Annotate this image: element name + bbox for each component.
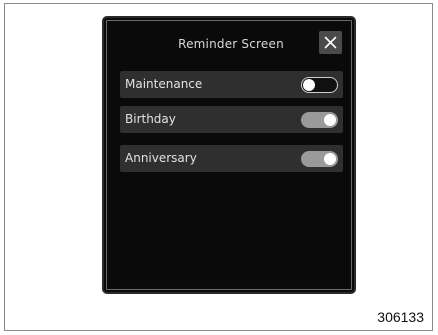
reminder-row-maintenance[interactable]: Maintenance — [120, 71, 343, 98]
reminder-row-birthday[interactable]: Birthday — [120, 106, 343, 133]
birthday-toggle[interactable] — [301, 112, 338, 128]
close-button[interactable] — [319, 31, 342, 54]
figure-number: 306133 — [377, 309, 424, 325]
reminder-label-anniversary: Anniversary — [125, 151, 197, 165]
toggle-knob — [303, 79, 315, 91]
page-frame: Reminder Screen Maintenance Birthday Ann… — [4, 3, 433, 331]
maintenance-toggle[interactable] — [301, 77, 338, 93]
reminder-label-maintenance: Maintenance — [125, 77, 203, 91]
toggle-knob — [324, 153, 336, 165]
anniversary-toggle[interactable] — [301, 151, 338, 167]
reminder-screen-panel: Reminder Screen Maintenance Birthday Ann… — [102, 16, 356, 294]
reminder-label-birthday: Birthday — [125, 112, 176, 126]
toggle-knob — [324, 114, 336, 126]
close-icon — [324, 36, 337, 49]
reminder-row-anniversary[interactable]: Anniversary — [120, 145, 343, 172]
